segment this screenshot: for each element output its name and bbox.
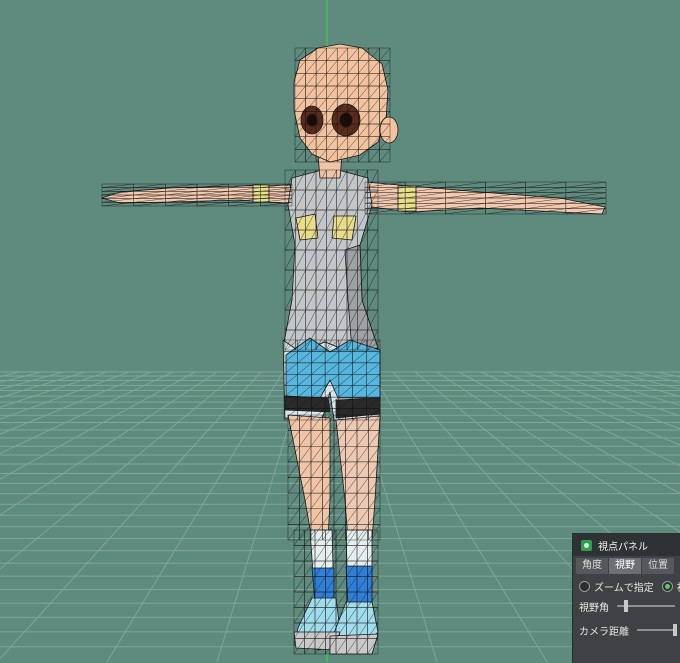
camera-distance-slider-thumb[interactable] <box>673 624 678 636</box>
camera-distance-label: カメラ距離 <box>579 626 629 638</box>
zoom-radio-row: ズームで指定 視 <box>579 578 680 594</box>
tab-angle[interactable]: 角度 <box>576 558 608 574</box>
character-model <box>101 43 606 655</box>
panel-eye-icon <box>581 539 592 551</box>
tab-field-of-view[interactable]: 視野 <box>609 558 641 574</box>
fov-row: 視野角 <box>579 594 675 618</box>
camera-distance-slider[interactable] <box>637 624 678 636</box>
zoom-option-label: ズームで指定 <box>594 582 654 594</box>
fov-slider[interactable] <box>617 600 675 612</box>
view-panel[interactable]: 視点パネル 角度 視野 位置 ズームで指定 視 視野角 カメラ距離 <box>572 533 680 663</box>
head <box>293 43 389 163</box>
panel-title-bar[interactable]: 視点パネル <box>573 534 680 556</box>
camera-distance-row: カメラ距離 <box>579 618 678 642</box>
ear-right <box>379 116 399 144</box>
left-sock-blue <box>311 567 335 603</box>
fov-slider-thumb[interactable] <box>623 600 628 612</box>
panel-tabs: 角度 視野 位置 <box>573 558 680 574</box>
view-radio[interactable] <box>661 580 673 592</box>
fov-label: 視野角 <box>579 602 609 614</box>
right-sock-blue <box>345 565 373 607</box>
panel-title: 視点パネル <box>598 541 648 553</box>
tab-position[interactable]: 位置 <box>642 558 674 574</box>
zoom-radio[interactable] <box>579 580 590 592</box>
shorts-band <box>284 395 331 413</box>
